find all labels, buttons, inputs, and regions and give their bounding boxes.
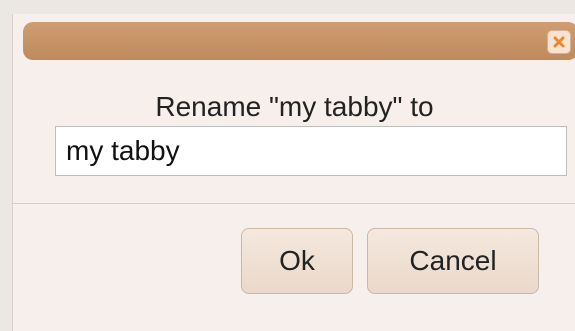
name-input[interactable]	[55, 126, 567, 176]
ok-button[interactable]: Ok	[241, 228, 353, 294]
cancel-button[interactable]: Cancel	[367, 228, 539, 294]
close-icon	[553, 36, 565, 48]
divider	[13, 203, 575, 204]
close-button[interactable]	[547, 30, 571, 54]
rename-prompt: Rename "my tabby" to	[155, 91, 434, 122]
dialog-titlebar[interactable]	[23, 22, 575, 60]
rename-dialog: Rename "my tabby" to Ok Cancel	[12, 14, 575, 331]
